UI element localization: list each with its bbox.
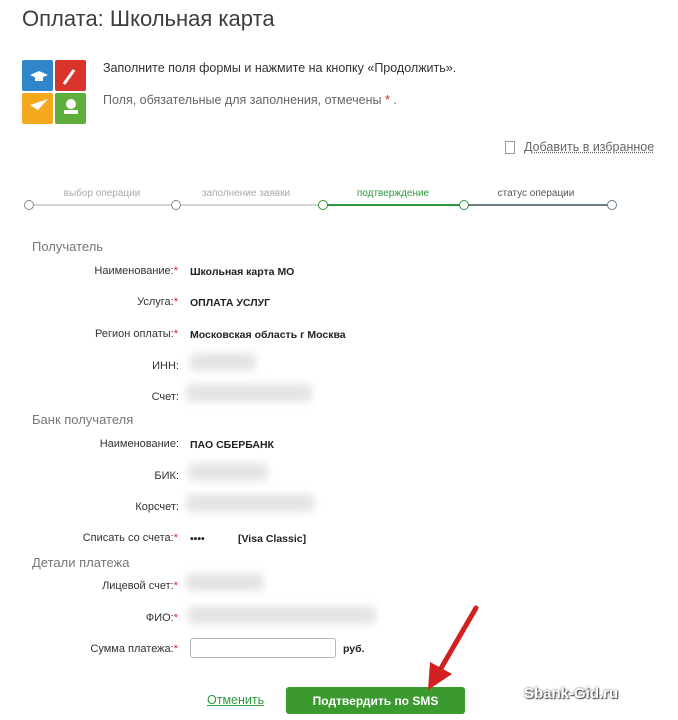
step-dot: [459, 200, 469, 210]
debit-account-label: Списать со счета:*: [82, 532, 178, 544]
corr-account-value-redacted: [186, 494, 314, 512]
instructions-text: Заполните поля формы и нажмите на кнопку…: [103, 61, 457, 75]
currency-label: руб.: [343, 643, 365, 655]
personal-account-label: Лицевой счет:*: [102, 580, 178, 592]
details-section-title: Детали платежа: [32, 555, 130, 570]
bik-label: БИК:: [154, 470, 179, 482]
fio-label: ФИО:*: [145, 612, 178, 624]
fio-value-redacted: [188, 606, 376, 624]
bank-section-title: Банк получателя: [32, 412, 134, 427]
recipient-name-value: Школьная карта МО: [190, 266, 295, 278]
bank-name-label: Наименование:: [99, 438, 179, 450]
debit-card-type: [Visa Classic]: [238, 533, 307, 545]
inn-label: ИНН:: [152, 360, 179, 372]
personal-account-value-redacted: [186, 573, 264, 591]
region-value: Московская область г Москва: [190, 329, 346, 341]
add-to-favorites-link[interactable]: Добавить в избранное: [505, 140, 654, 154]
bik-value-redacted: [188, 463, 268, 481]
service-label: Услуга:*: [137, 296, 178, 308]
education-icons: [30, 69, 78, 114]
recipient-name-label: Наименование:*: [94, 265, 178, 277]
school-card-logo: [22, 60, 86, 124]
amount-label: Сумма платежа:*: [90, 643, 178, 655]
bank-name-value: ПАО СБЕРБАНК: [190, 439, 274, 451]
region-label: Регион оплаты:*: [94, 328, 178, 340]
account-label: Счет:: [151, 391, 179, 403]
cancel-link[interactable]: Отменить: [207, 693, 264, 707]
step-select-operation: выбор операции: [63, 188, 141, 199]
page-title: Оплата: Школьная карта: [22, 6, 275, 31]
recipient-section-title: Получатель: [32, 239, 104, 254]
step-dot: [171, 200, 181, 210]
progress-line-active: [322, 204, 463, 206]
step-dot: [24, 200, 34, 210]
step-dot: [318, 200, 328, 210]
progress-line-pending: [463, 204, 611, 206]
debit-card-mask: ••••: [190, 533, 205, 545]
step-dot: [607, 200, 617, 210]
amount-input[interactable]: [190, 638, 336, 658]
corr-account-label: Корсчет:: [135, 501, 179, 513]
service-value: ОПЛАТА УСЛУГ: [190, 297, 271, 309]
inn-value-redacted: [190, 353, 256, 371]
required-note: Поля, обязательные для заполнения, отмеч…: [103, 93, 397, 107]
red-arrow-icon: [428, 605, 479, 690]
step-fill-form: заполнение заявки: [201, 188, 291, 199]
step-status: статус операции: [497, 188, 575, 199]
bookmark-icon: [505, 140, 515, 154]
step-confirmation: подтверждение: [356, 188, 430, 199]
watermark: Sbank-Gid.ru: [524, 685, 619, 702]
account-value-redacted: [186, 384, 312, 402]
